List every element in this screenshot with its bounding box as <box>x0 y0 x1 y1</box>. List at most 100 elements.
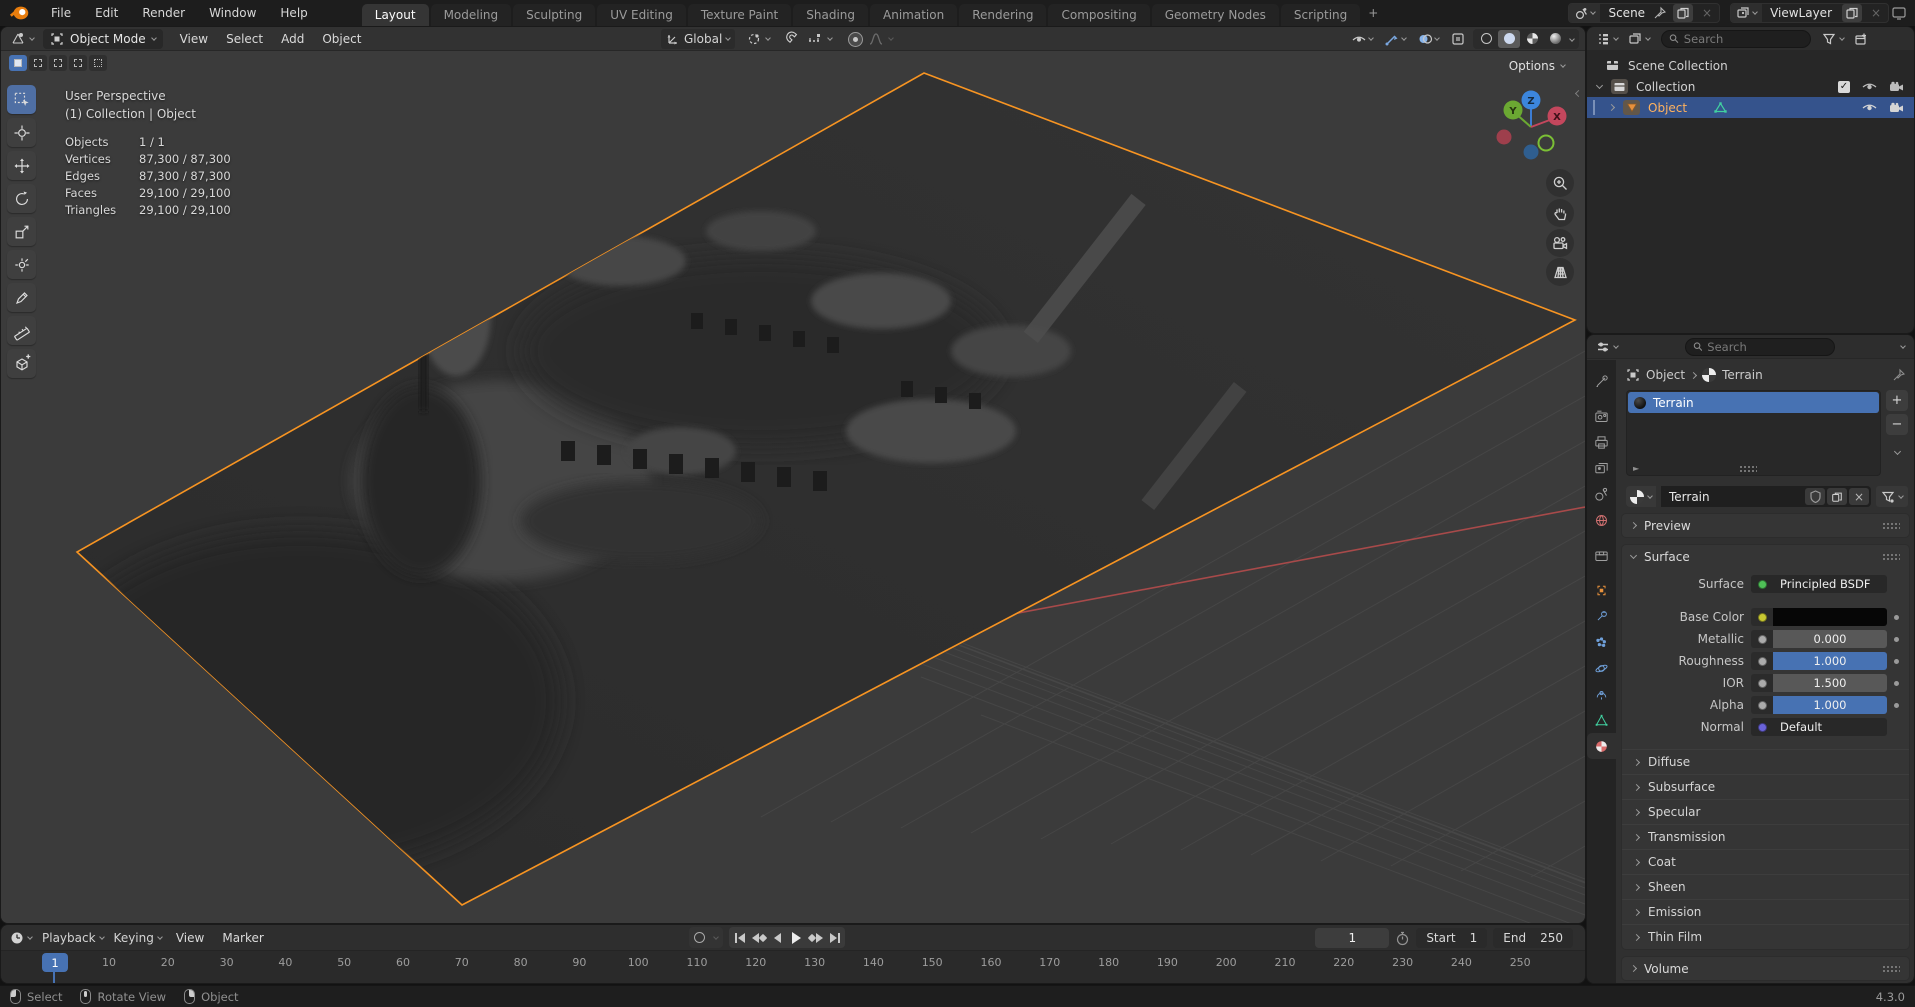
viewlayer-remove-button[interactable]: × <box>1866 4 1886 22</box>
slot-add-button[interactable]: + <box>1886 390 1908 411</box>
new-material-button[interactable] <box>1827 488 1847 505</box>
collection-checkbox[interactable]: ✓ <box>1838 81 1850 93</box>
hide-eye-icon[interactable] <box>1862 102 1877 113</box>
tab-world[interactable] <box>1587 507 1616 533</box>
view-menu[interactable]: View <box>167 927 213 949</box>
panel-drag-handle[interactable] <box>1882 522 1900 529</box>
viewport-menu[interactable]: Select <box>217 28 272 50</box>
outliner-display-mode-dropdown[interactable] <box>1623 29 1655 49</box>
node-socket[interactable] <box>1751 630 1773 648</box>
viewport-menu[interactable]: Add <box>272 28 313 50</box>
outliner-row-object[interactable]: Object <box>1587 97 1914 118</box>
property-field[interactable]: Principled BSDF <box>1773 575 1887 593</box>
shading-material-button[interactable] <box>1521 30 1543 48</box>
new-collection-button[interactable] <box>1849 29 1873 49</box>
orthographic-toggle-button[interactable] <box>1546 258 1574 286</box>
property-field[interactable]: 1.000 <box>1773 652 1887 670</box>
topbar-menu[interactable]: Render <box>130 0 197 26</box>
workspace-tab[interactable]: Geometry Nodes <box>1152 4 1279 26</box>
slot-specials-dropdown[interactable] <box>1886 442 1908 463</box>
jump-to-start-button[interactable] <box>730 928 749 947</box>
select-mode-new-button[interactable] <box>9 55 27 71</box>
panel-drag-handle[interactable] <box>1882 965 1900 972</box>
screen-icon[interactable] <box>1891 5 1907 21</box>
hide-eye-icon[interactable] <box>1862 81 1877 92</box>
tab-particles[interactable] <box>1587 629 1616 655</box>
tab-view-layer[interactable] <box>1587 455 1616 481</box>
pin-icon[interactable] <box>1653 6 1667 20</box>
slot-remove-button[interactable]: − <box>1886 414 1908 435</box>
play-reverse-button[interactable] <box>768 928 787 947</box>
breadcrumb-material[interactable]: Terrain <box>1722 368 1763 382</box>
node-socket[interactable] <box>1751 652 1773 670</box>
tool-select-box[interactable] <box>7 85 36 114</box>
tab-object[interactable] <box>1587 577 1616 603</box>
animate-dot[interactable] <box>1894 703 1899 708</box>
outliner-row-scene-collection[interactable]: Scene Collection <box>1587 55 1914 76</box>
tab-output[interactable] <box>1587 429 1616 455</box>
subpanel-header[interactable]: Thin Film <box>1622 924 1909 949</box>
property-field[interactable]: 1.500 <box>1773 674 1887 692</box>
animate-dot[interactable] <box>1894 659 1899 664</box>
xray-toggle[interactable] <box>1446 29 1470 49</box>
subpanel-header[interactable]: Transmission <box>1622 824 1909 849</box>
properties-search[interactable] <box>1685 338 1835 356</box>
workspace-tab[interactable]: Modeling <box>431 4 512 26</box>
select-mode-extend-button[interactable] <box>29 55 47 71</box>
gizmo-axis-y-neg[interactable] <box>1539 136 1554 151</box>
material-slot-active[interactable]: Terrain <box>1628 392 1879 413</box>
pin-icon[interactable] <box>1892 368 1906 382</box>
viewlayer-copy-button[interactable] <box>1842 4 1862 22</box>
workspace-tab[interactable]: Sculpting <box>513 4 595 26</box>
snap-toggle[interactable] <box>781 29 837 49</box>
pivot-point-dropdown[interactable] <box>741 29 775 49</box>
topbar-menu[interactable]: File <box>39 0 83 26</box>
tool-transform[interactable] <box>7 250 36 279</box>
disable-render-camera-icon[interactable] <box>1889 81 1904 93</box>
tab-material[interactable] <box>1587 733 1616 759</box>
node-filter-dropdown[interactable] <box>1876 486 1908 507</box>
workspace-tab[interactable]: Compositing <box>1048 4 1149 26</box>
panel-drag-handle[interactable] <box>1882 553 1900 560</box>
start-frame-field[interactable]: Start 1 <box>1416 928 1487 948</box>
select-mode-subtract-button[interactable] <box>49 55 67 71</box>
shading-rendered-button[interactable] <box>1544 30 1566 48</box>
outliner-filter-dropdown[interactable] <box>1817 29 1849 49</box>
options-button[interactable]: Options <box>1503 57 1571 75</box>
node-socket[interactable] <box>1751 575 1773 593</box>
jump-to-end-button[interactable] <box>825 928 844 947</box>
tool-cursor[interactable] <box>7 118 36 147</box>
timeline-ruler[interactable]: 1020304050607080901001101201301401501601… <box>1 951 1585 983</box>
workspace-tab[interactable]: Shading <box>793 4 868 26</box>
tab-collection[interactable] <box>1587 542 1616 568</box>
navigation-gizmo[interactable]: Z Y X <box>1475 79 1585 183</box>
gizmo-axis-x-neg[interactable] <box>1497 130 1512 145</box>
subpanel-header[interactable]: Sheen <box>1622 874 1909 899</box>
properties-editor-type-button[interactable] <box>1591 337 1623 357</box>
prev-keyframe-button[interactable] <box>749 928 768 947</box>
tab-physics[interactable] <box>1587 655 1616 681</box>
workspace-tab[interactable]: Animation <box>870 4 957 26</box>
shading-wireframe-button[interactable] <box>1475 30 1497 48</box>
object-expand-icon[interactable] <box>1608 104 1615 111</box>
outliner-search-input[interactable] <box>1684 32 1803 46</box>
end-frame-field[interactable]: End 250 <box>1493 928 1573 948</box>
property-field[interactable] <box>1773 608 1887 626</box>
viewport-menu[interactable]: Object <box>313 28 370 50</box>
scene-browse-button[interactable] <box>1569 4 1600 22</box>
workspace-tab[interactable]: Scripting <box>1281 4 1360 26</box>
preview-panel-header[interactable]: Preview <box>1622 514 1909 537</box>
workspace-tab[interactable]: Layout <box>362 4 429 26</box>
auto-keying-button[interactable] <box>690 928 709 947</box>
pan-button[interactable] <box>1546 199 1574 227</box>
subpanel-header[interactable]: Subsurface <box>1622 774 1909 799</box>
workspace-tab[interactable]: Texture Paint <box>688 4 791 26</box>
collection-expand-icon[interactable] <box>1596 82 1603 89</box>
slot-expand-icon[interactable]: ► <box>1633 464 1639 473</box>
overlays-toggle[interactable] <box>1413 29 1443 49</box>
disable-render-camera-icon[interactable] <box>1889 102 1904 114</box>
viewport-canvas[interactable] <box>1 51 1585 923</box>
material-slot-list[interactable]: Terrain ► <box>1626 390 1881 476</box>
surface-panel-header[interactable]: Surface <box>1622 545 1909 568</box>
mode-selector[interactable]: Object Mode <box>43 29 163 49</box>
